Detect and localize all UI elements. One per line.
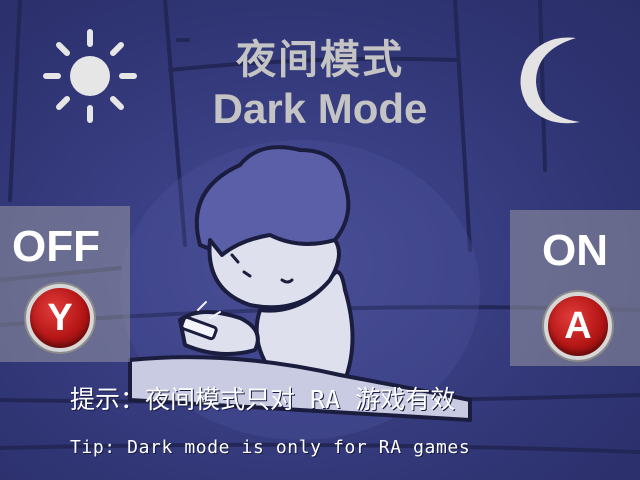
dark-mode-screen: 夜间模式 Dark Mode OFF Y ON A 提示：夜间模式只对 RA 游… [0, 0, 640, 480]
tip-english: Tip: Dark mode is only for RA games [70, 437, 471, 458]
moon-icon [520, 37, 580, 124]
y-button[interactable]: Y [26, 284, 94, 352]
off-label: OFF [12, 222, 100, 271]
on-option-panel[interactable]: ON A [510, 210, 640, 366]
title-english: Dark Mode [212, 85, 428, 132]
off-option-panel[interactable]: OFF Y [0, 206, 130, 362]
on-label: ON [542, 226, 608, 275]
title-chinese: 夜间模式 [236, 37, 404, 83]
a-button[interactable]: A [544, 292, 612, 360]
sun-icon [43, 29, 137, 123]
tip-chinese: 提示：夜间模式只对 RA 游戏有效 [70, 385, 456, 414]
